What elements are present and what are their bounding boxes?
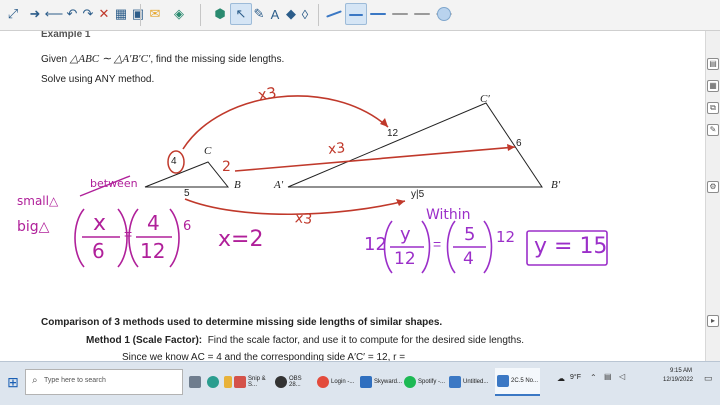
small-side-ac-label: 4 xyxy=(171,156,177,167)
toolbar-divider xyxy=(318,4,319,26)
ink-eq2-y: y xyxy=(400,224,411,245)
toolbar-divider xyxy=(140,4,141,26)
ink-within: Within xyxy=(426,207,471,223)
ink-eq2-mult-left: 12 xyxy=(364,234,387,255)
ink-eq1-12: 12 xyxy=(140,239,166,263)
gallery-tab-icon[interactable]: ▦ xyxy=(707,80,719,92)
big-side-bc-label: 6 xyxy=(516,138,522,149)
eraser-icon[interactable]: ◊ xyxy=(294,3,316,25)
pen-style-2[interactable] xyxy=(345,3,367,25)
ink-x3-bottom: x3 xyxy=(294,210,313,228)
taskbar-app-skyward[interactable]: Skyward... xyxy=(358,368,402,396)
attachments-tab-icon[interactable]: ⧉ xyxy=(707,102,719,114)
video-icon[interactable]: ◈ xyxy=(168,3,190,25)
ink-eq2-mult-right: 12 xyxy=(496,228,516,246)
toolbar: ⤢ ➜ ⟵ ↶ ↷ ✕ ▦ ▣ ✉ ◈ ⬢ ↖ ✎ A ◆ ◊ xyxy=(0,0,720,31)
settings-tab-icon[interactable]: ⚙ xyxy=(707,181,719,193)
pen-style-4[interactable] xyxy=(389,3,411,25)
arrowhead-top xyxy=(380,118,388,127)
color-swatch-icon[interactable] xyxy=(433,3,455,25)
taskbar-app-obs[interactable]: OBS 28... xyxy=(273,368,314,396)
taskbar: ⊞ ⌕ Type here to search Snip & S... OBS … xyxy=(0,361,720,405)
ink-side-2: 2 xyxy=(222,159,231,175)
ink-eq2-4: 4 xyxy=(463,249,474,269)
network-icon[interactable]: ▤ xyxy=(604,372,612,381)
ink-eq2-12: 12 xyxy=(394,249,416,269)
search-placeholder: Type here to search xyxy=(44,377,106,384)
ink-eq2-5: 5 xyxy=(464,224,476,245)
notebook-icon[interactable]: ✉ xyxy=(144,3,166,25)
ink-x-equals-2: x=2 xyxy=(218,227,264,252)
notifications-icon[interactable]: ▭ xyxy=(704,373,713,384)
small-vertex-b: B xyxy=(234,179,241,191)
taskbar-app-login[interactable]: Login -... xyxy=(315,368,357,396)
file-explorer-icon[interactable] xyxy=(222,368,232,396)
since-line: Since we know AC = 4 and the correspondi… xyxy=(122,352,406,361)
toolbar-divider xyxy=(200,4,201,26)
big-triangle xyxy=(287,102,543,188)
ink-big-triangle: big△ xyxy=(17,219,50,235)
pen-style-5[interactable] xyxy=(411,3,433,25)
small-vertex-c: C xyxy=(204,145,212,157)
clock-time[interactable]: 9:15 AM xyxy=(670,368,692,374)
taskbar-search-box[interactable]: ⌕ Type here to search xyxy=(25,369,183,395)
big-side-ac-label: 12 xyxy=(387,128,399,139)
scroll-arrow-icon[interactable]: ▸ xyxy=(707,315,719,327)
big-vertex-b: B′ xyxy=(551,179,561,191)
page-sorter-tab-icon[interactable]: ▤ xyxy=(707,58,719,70)
ink-x3-middle: x3 xyxy=(327,140,346,158)
taskbar-app-spotify[interactable]: Spotify -... xyxy=(402,368,446,396)
arrow-top xyxy=(182,95,389,150)
given-line: Given △ABC ∼ △A′B′C′, find the missing s… xyxy=(41,53,285,65)
big-vertex-c: C′ xyxy=(480,93,490,105)
ink-eq1-4: 4 xyxy=(147,211,160,235)
search-icon: ⌕ xyxy=(32,375,38,386)
tray-chevron-icon[interactable]: ⌃ xyxy=(590,373,597,382)
ink-y-equals-15: y = 15 xyxy=(534,234,608,259)
windows-start-icon[interactable]: ⊞ xyxy=(2,371,24,393)
whiteboard-canvas[interactable]: Example 1 Given △ABC ∼ △A′B′C′, find the… xyxy=(0,31,705,361)
task-view-icon[interactable] xyxy=(187,368,205,396)
small-side-ab-label: 5 xyxy=(184,188,190,199)
ink-eq1-6: 6 xyxy=(92,239,105,263)
method1-line: Method 1 (Scale Factor): Find the scale … xyxy=(86,335,524,346)
capture-icon[interactable]: ⬢ xyxy=(209,3,231,25)
weather-icon[interactable]: ☁ xyxy=(557,374,565,383)
big-vertex-a: A′ xyxy=(274,179,284,191)
solve-instruction: Solve using ANY method. xyxy=(41,74,155,85)
small-triangle xyxy=(144,161,230,188)
ink-x3-top: x3 xyxy=(256,83,278,105)
clock-date[interactable]: 12/19/2022 xyxy=(663,377,693,383)
ink-between: between xyxy=(90,177,138,190)
ink-eq1-multiplier: 6 xyxy=(183,219,192,234)
taskbar-app-untitled[interactable]: Untitled... xyxy=(447,368,493,396)
ink-small-triangle: small△ xyxy=(17,194,59,208)
pen-style-3[interactable] xyxy=(367,3,389,25)
ink-eq1-x: x xyxy=(93,211,107,236)
pen-style-1[interactable] xyxy=(323,3,345,25)
taskbar-app-snip[interactable]: Snip & S... xyxy=(232,368,272,396)
big-side-ab-unknown: y|5 xyxy=(411,189,425,200)
volume-icon[interactable]: ◁ xyxy=(619,372,625,381)
example-title: Example 1 xyxy=(41,31,91,40)
expand-icon[interactable]: ⤢ xyxy=(2,3,24,25)
edge-icon[interactable] xyxy=(205,368,223,396)
comparison-heading: Comparison of 3 methods used to determin… xyxy=(41,317,443,328)
properties-tab-icon[interactable]: ✎ xyxy=(707,124,719,136)
side-tabs: ▤ ▦ ⧉ ✎ ⚙ ▸ xyxy=(705,31,720,361)
weather-temp[interactable]: 9°F xyxy=(570,374,581,381)
taskbar-app-notebook[interactable]: 2C.5 No... xyxy=(495,368,540,396)
